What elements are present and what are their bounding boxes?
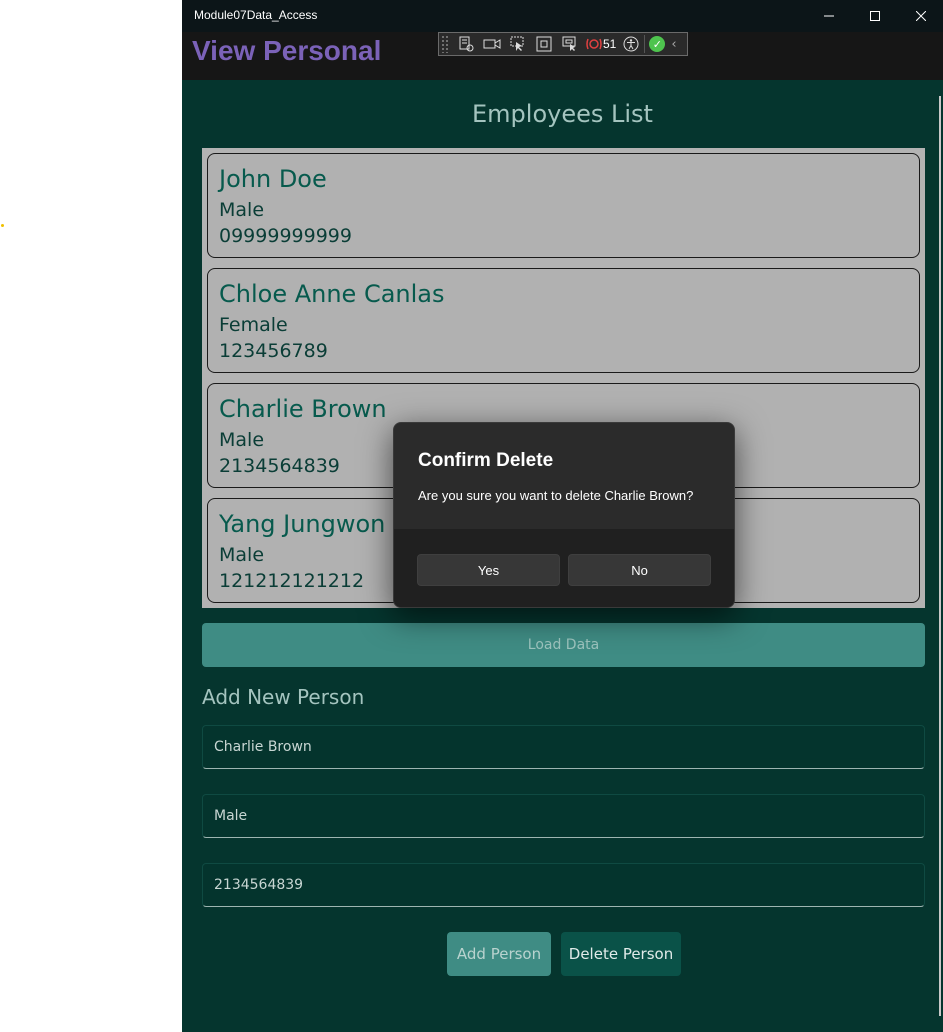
select-element-icon — [510, 36, 524, 51]
live-visual-tree-icon — [459, 36, 474, 52]
confirm-delete-dialog: Confirm Delete Are you sure you want to … — [393, 422, 735, 608]
toolbar-grip[interactable] — [441, 35, 449, 53]
maximize-icon — [870, 11, 880, 21]
employee-name: Yang Jungwon — [219, 510, 386, 538]
dialog-message: Are you sure you want to delete Charlie … — [418, 488, 694, 503]
record-icon — [483, 39, 501, 49]
dialog-footer: Yes No — [394, 529, 734, 607]
minimize-button[interactable] — [806, 0, 852, 32]
display-adorners-button[interactable] — [533, 34, 555, 54]
record-button[interactable] — [481, 34, 503, 54]
employee-name: Chloe Anne Canlas — [219, 280, 445, 308]
dialog-title: Confirm Delete — [418, 450, 554, 471]
employees-list-title: Employees List — [472, 100, 653, 128]
xaml-debug-toolbar[interactable]: 51 ✓ ‹ — [438, 32, 688, 56]
name-field[interactable]: Charlie Brown — [202, 725, 925, 769]
accessibility-button[interactable] — [622, 34, 640, 54]
employee-card[interactable]: Chloe Anne Canlas Female 123456789 — [207, 268, 920, 373]
add-person-button[interactable]: Add Person — [447, 932, 551, 976]
live-visual-tree-button[interactable] — [455, 34, 477, 54]
binding-failures-icon — [586, 38, 602, 50]
employee-name: Charlie Brown — [219, 395, 387, 423]
employee-phone: 121212121212 — [219, 570, 365, 592]
load-data-button[interactable]: Load Data — [202, 623, 925, 667]
gender-field-value: Male — [214, 808, 248, 824]
yes-button[interactable]: Yes — [417, 554, 560, 586]
employee-gender: Female — [219, 314, 288, 336]
maximize-button[interactable] — [852, 0, 898, 32]
display-adorners-icon — [536, 36, 552, 52]
name-field-value: Charlie Brown — [214, 739, 312, 755]
employee-name: John Doe — [219, 165, 327, 193]
window-title: Module07Data_Access — [194, 8, 318, 22]
phone-field[interactable]: 2134564839 — [202, 863, 925, 907]
employee-gender: Male — [219, 429, 265, 451]
employee-gender: Male — [219, 199, 265, 221]
stray-dot — [1, 224, 4, 227]
track-focus-button[interactable] — [559, 34, 581, 54]
collapse-chevron-icon[interactable]: ‹ — [671, 37, 676, 52]
page-title: View Personal — [192, 35, 382, 66]
toolbar-separator — [644, 35, 646, 53]
employee-gender: Male — [219, 544, 265, 566]
hot-reload-check-icon[interactable]: ✓ — [649, 36, 666, 52]
add-person-heading: Add New Person — [202, 685, 365, 709]
minimize-icon — [824, 15, 834, 17]
track-focus-icon — [562, 36, 576, 51]
binding-failures-count: 51 — [603, 37, 617, 51]
vertical-scrollbar[interactable] — [939, 96, 941, 1016]
employee-card[interactable]: John Doe Male 09999999999 — [207, 153, 920, 258]
gender-field[interactable]: Male — [202, 794, 925, 838]
employee-phone: 123456789 — [219, 340, 328, 362]
title-bar[interactable]: Module07Data_Access — [182, 0, 943, 32]
phone-field-value: 2134564839 — [214, 877, 304, 893]
delete-person-button[interactable]: Delete Person — [561, 932, 681, 976]
binding-failures-button[interactable] — [585, 34, 603, 54]
employee-phone: 09999999999 — [219, 225, 352, 247]
close-icon — [916, 11, 926, 21]
no-button[interactable]: No — [568, 554, 711, 586]
employee-phone: 2134564839 — [219, 455, 340, 477]
close-button[interactable] — [898, 0, 943, 32]
select-element-button[interactable] — [507, 34, 529, 54]
accessibility-icon — [623, 36, 639, 52]
